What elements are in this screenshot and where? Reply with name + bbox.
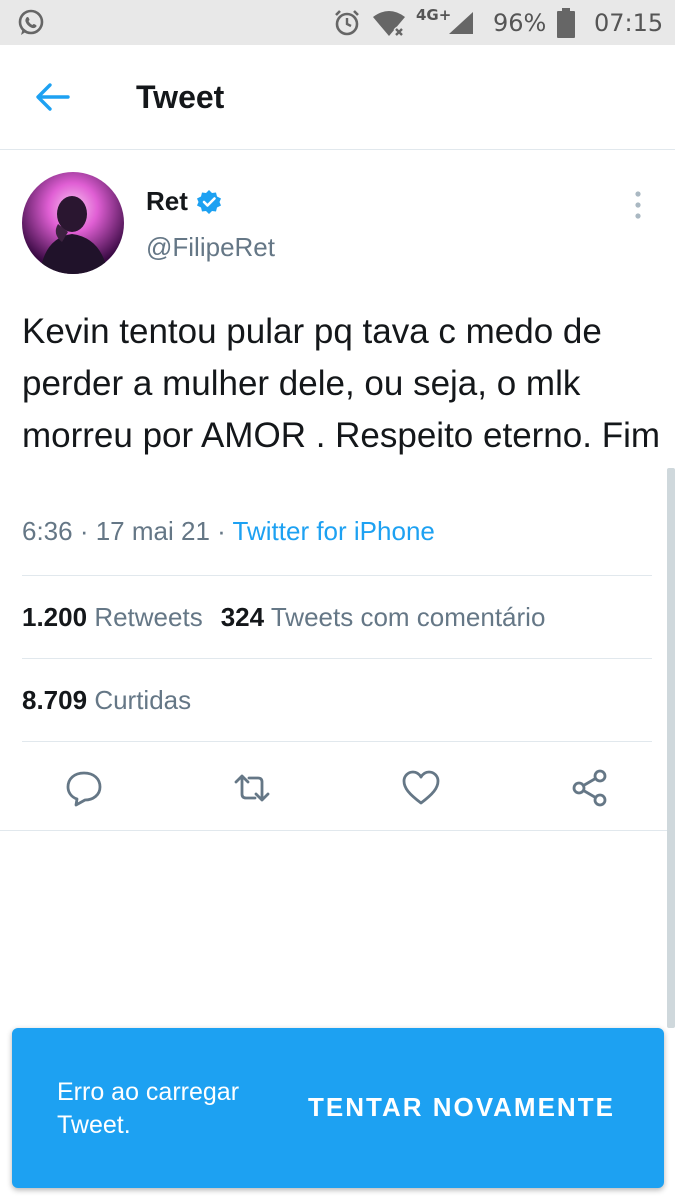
likes-count: 8.709: [22, 685, 88, 715]
quotes-count: 324: [220, 602, 265, 632]
whatsapp-icon: [18, 9, 44, 35]
retweets-count: 1.200: [22, 602, 88, 632]
retry-button[interactable]: TENTAR NOVAMENTE: [308, 1092, 615, 1123]
alarm-icon: [335, 10, 359, 36]
verified-badge-icon: [196, 189, 221, 214]
status-bar: 4G+ 96% 07:15: [0, 0, 675, 45]
name-row: Ret: [146, 186, 222, 217]
snackbar-message: Erro ao carregar Tweet.: [57, 1078, 240, 1139]
meta-separator: ·: [72, 516, 96, 546]
section-divider: [0, 830, 675, 831]
battery-percentage: 96%: [493, 9, 547, 37]
tweet-author: Ret @FilipeRet: [22, 172, 652, 282]
retweets-label: Retweets: [94, 602, 203, 632]
tweet-date: 17 mai 21: [95, 516, 210, 546]
tweet-source-link[interactable]: Twitter for iPhone: [233, 516, 435, 546]
display-name[interactable]: Ret: [146, 186, 188, 217]
avatar[interactable]: [22, 172, 124, 274]
divider: [22, 658, 652, 659]
retweet-icon[interactable]: [232, 768, 272, 808]
likes-stat[interactable]: 8.709 Curtidas: [22, 685, 191, 716]
app-header: Tweet: [0, 45, 675, 150]
error-snackbar: Erro ao carregar Tweet. TENTAR NOVAMENTE: [12, 1028, 664, 1188]
scrollbar[interactable]: [667, 468, 675, 1028]
retweets-stat[interactable]: 1.200 Retweets: [22, 602, 203, 632]
clock: 07:15: [594, 9, 664, 37]
divider: [22, 575, 652, 576]
battery-icon: [557, 8, 575, 38]
more-options-icon[interactable]: [624, 190, 652, 220]
user-handle[interactable]: @FilipeRet: [146, 232, 275, 263]
quotes-stat[interactable]: 324 Tweets com comentário: [221, 602, 546, 632]
like-icon[interactable]: [401, 768, 441, 808]
retweet-stats: 1.200 Retweets 324 Tweets com comentário: [22, 602, 545, 633]
tweet-meta: 6:36 · 17 mai 21 · Twitter for iPhone: [22, 516, 435, 547]
quotes-label: Tweets com comentário: [270, 602, 546, 632]
tweet-actions: [0, 760, 675, 820]
tweet-time: 6:36: [22, 516, 73, 546]
reply-icon[interactable]: [64, 768, 104, 808]
wifi-off-icon: [373, 11, 405, 37]
tweet-text: Kevin tentou pular pq tava c medo de per…: [22, 312, 660, 455]
avatar-image: [22, 172, 124, 274]
network-type: 4G+: [416, 6, 452, 24]
page-title: Tweet: [136, 79, 225, 115]
divider: [22, 741, 652, 742]
meta-separator: ·: [209, 516, 233, 546]
share-icon[interactable]: [570, 768, 610, 808]
signal-icon: [449, 12, 473, 34]
likes-label: Curtidas: [94, 685, 192, 715]
arrow-left-icon[interactable]: [34, 81, 70, 113]
